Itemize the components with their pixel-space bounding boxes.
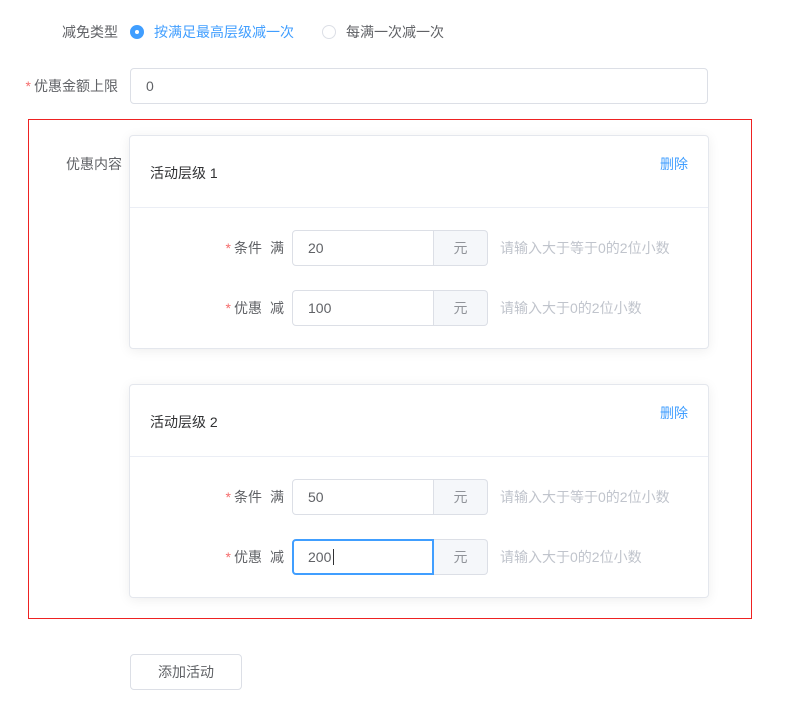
discount-prefix: 减	[270, 298, 284, 318]
required-mark: *	[26, 78, 31, 94]
discount-limit-input[interactable]	[130, 68, 708, 104]
discount-label: *优惠减	[150, 547, 284, 567]
tier-card-header: 活动层级 1 删除	[130, 136, 708, 208]
reduction-type-row: 减免类型 按满足最高层级减一次 每满一次减一次	[0, 22, 812, 42]
condition-hint: 请输入大于等于0的2位小数	[500, 238, 670, 258]
radio-option-highest-tier[interactable]: 按满足最高层级减一次	[130, 22, 294, 42]
discount-input-group: 200 元	[292, 539, 488, 575]
tier-card-body: *条件满 元 请输入大于等于0的2位小数 *优惠减	[130, 208, 708, 348]
condition-hint: 请输入大于等于0的2位小数	[500, 487, 670, 507]
condition-row: *条件满 元 请输入大于等于0的2位小数	[150, 479, 688, 515]
radio-option-every-time[interactable]: 每满一次减一次	[322, 22, 444, 42]
condition-input-group: 元	[292, 230, 488, 266]
add-activity-row: 添加活动	[130, 654, 812, 690]
discount-limit-label: *优惠金额上限	[0, 76, 130, 96]
text-cursor	[333, 549, 334, 565]
radio-option-label: 按满足最高层级减一次	[154, 22, 294, 42]
reduction-type-label: 减免类型	[0, 22, 130, 42]
tier-card-title: 活动层级 1	[150, 163, 218, 183]
required-mark: *	[226, 489, 231, 505]
unit-yuan: 元	[434, 539, 488, 575]
tier-delete-button[interactable]: 删除	[660, 154, 688, 174]
promo-content-section: 优惠内容 活动层级 1 删除 *条件满 元	[28, 119, 752, 619]
discount-input[interactable]	[292, 290, 434, 326]
radio-option-label: 每满一次减一次	[346, 22, 444, 42]
tier-card-title: 活动层级 2	[150, 412, 218, 432]
condition-prefix: 满	[270, 487, 284, 507]
discount-limit-row: *优惠金额上限	[0, 68, 812, 104]
discount-input-focused[interactable]: 200	[292, 539, 434, 575]
unit-yuan: 元	[434, 479, 488, 515]
promo-content-label: 优惠内容	[29, 135, 129, 598]
condition-input[interactable]	[292, 230, 434, 266]
tier-card-2: 活动层级 2 删除 *条件满 元 请输入大于等于0的2位小数	[129, 384, 709, 598]
condition-label: *条件满	[150, 487, 284, 507]
discount-input-group: 元	[292, 290, 488, 326]
required-mark: *	[226, 300, 231, 316]
reduction-type-radio-group: 按满足最高层级减一次 每满一次减一次	[130, 22, 444, 42]
tier-card-body: *条件满 元 请输入大于等于0的2位小数 *优惠减	[130, 457, 708, 597]
discount-row: *优惠减 200 元 请输入大于0的2位小数	[150, 539, 688, 575]
discount-hint: 请输入大于0的2位小数	[500, 298, 642, 318]
discount-label: *优惠减	[150, 298, 284, 318]
discount-row: *优惠减 元 请输入大于0的2位小数	[150, 290, 688, 326]
radio-selected-icon	[130, 25, 144, 39]
condition-prefix: 满	[270, 238, 284, 258]
unit-yuan: 元	[434, 230, 488, 266]
required-mark: *	[226, 549, 231, 565]
tier-card-header: 活动层级 2 删除	[130, 385, 708, 457]
required-mark: *	[226, 240, 231, 256]
promotion-form: 减免类型 按满足最高层级减一次 每满一次减一次 *优惠金额上限 优惠内容 活动层…	[0, 0, 812, 690]
tier-delete-button[interactable]: 删除	[660, 403, 688, 423]
condition-label: *条件满	[150, 238, 284, 258]
tier-cards: 活动层级 1 删除 *条件满 元 请输入大于等于0的2位小数	[129, 135, 709, 598]
discount-input-value: 200	[308, 549, 331, 565]
condition-input[interactable]	[292, 479, 434, 515]
condition-row: *条件满 元 请输入大于等于0的2位小数	[150, 230, 688, 266]
add-activity-button[interactable]: 添加活动	[130, 654, 242, 690]
discount-hint: 请输入大于0的2位小数	[500, 547, 642, 567]
condition-input-group: 元	[292, 479, 488, 515]
tier-card-1: 活动层级 1 删除 *条件满 元 请输入大于等于0的2位小数	[129, 135, 709, 349]
discount-prefix: 减	[270, 547, 284, 567]
radio-unselected-icon	[322, 25, 336, 39]
unit-yuan: 元	[434, 290, 488, 326]
